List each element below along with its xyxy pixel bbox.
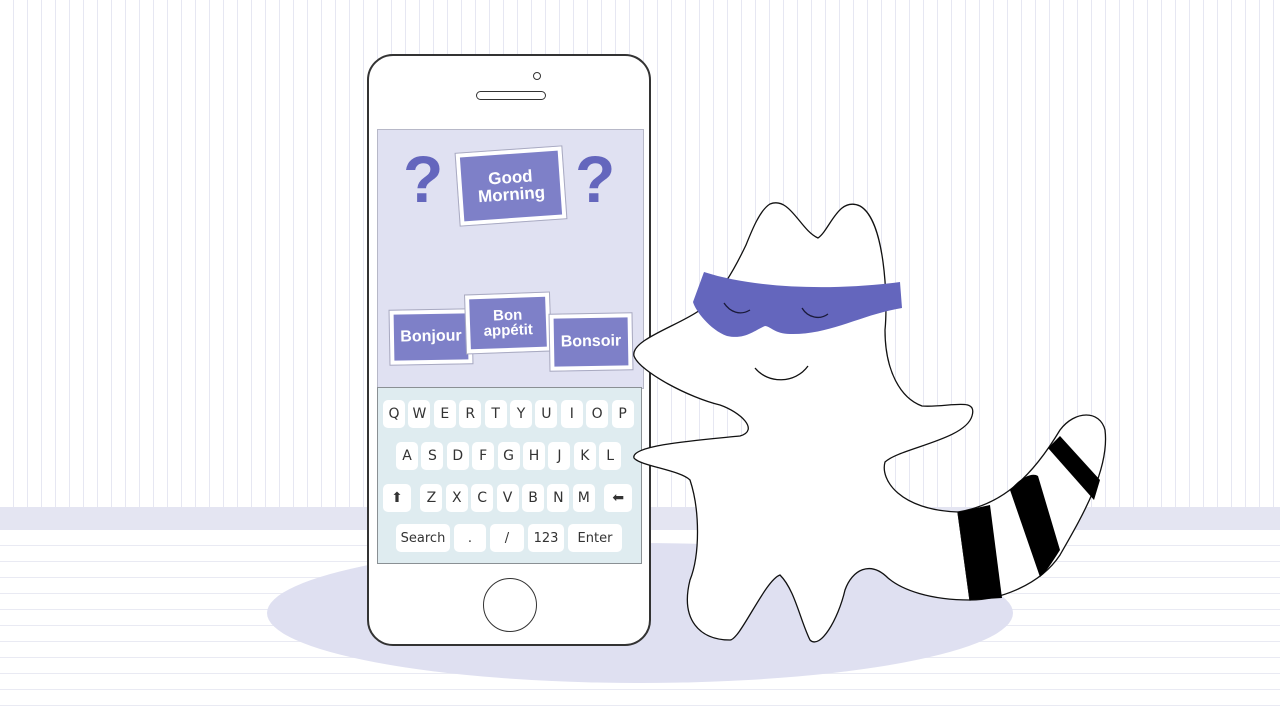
raccoon-character	[633, 202, 1107, 643]
raccoon-tail	[957, 414, 1107, 601]
raccoon-body	[633, 202, 974, 643]
